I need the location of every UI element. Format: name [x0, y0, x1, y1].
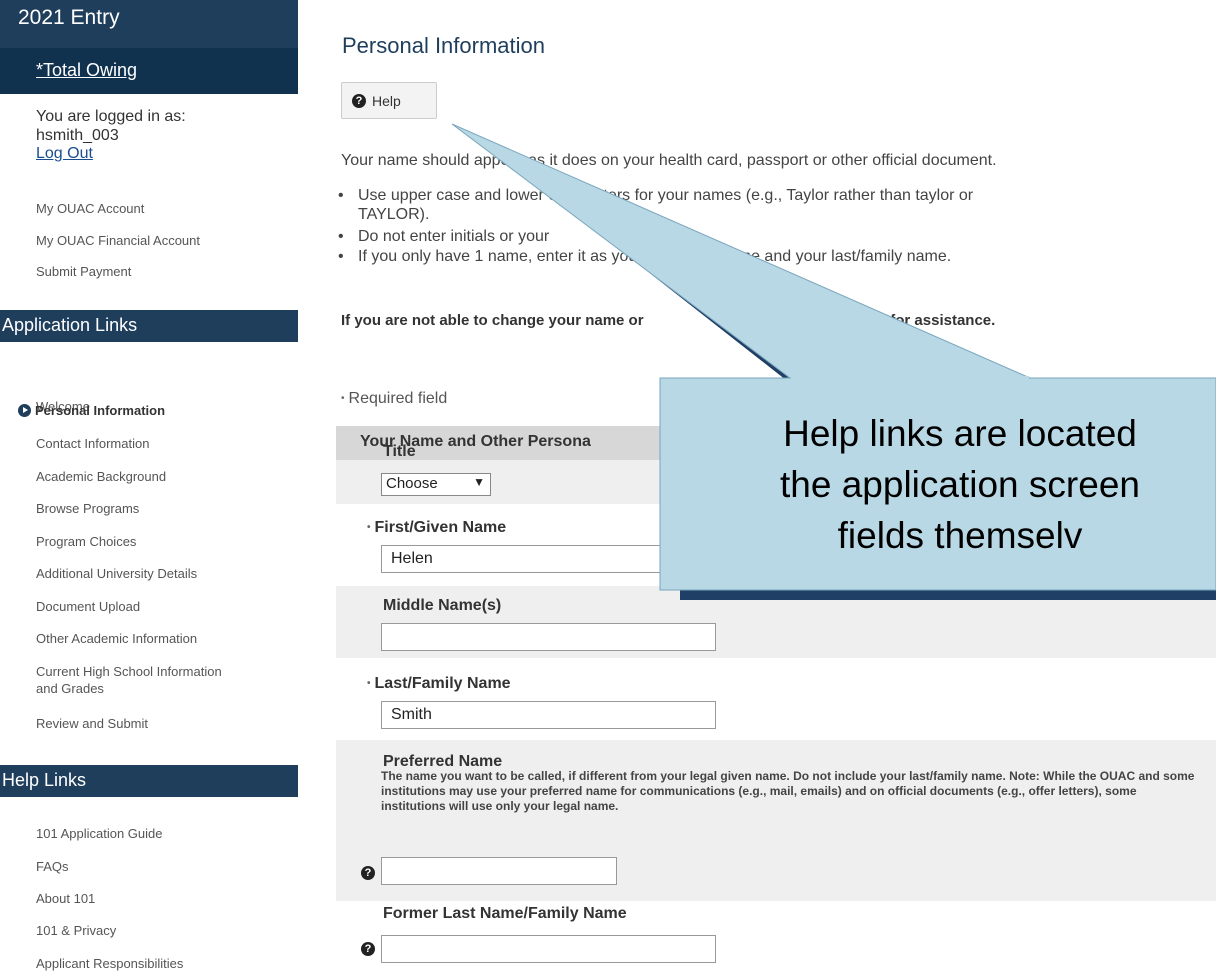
callout-text: Help links are located the application s…: [660, 408, 1216, 561]
required-marker: •: [367, 522, 371, 533]
nav-additional-university-details[interactable]: Additional University Details: [36, 566, 197, 581]
entry-title: 2021 Entry: [18, 6, 120, 29]
username: hsmith_003: [36, 127, 119, 144]
application-links-title: Application Links: [2, 315, 138, 335]
nav-current-high-school-line2[interactable]: and Grades: [36, 681, 104, 696]
required-marker: •: [341, 393, 345, 404]
help-faqs[interactable]: FAQs: [36, 859, 69, 874]
question-circle-icon: ?: [352, 94, 366, 108]
my-ouac-account-link[interactable]: My OUAC Account: [36, 201, 144, 216]
page-title: Personal Information: [342, 33, 545, 58]
help-about-101[interactable]: About 101: [36, 891, 95, 906]
total-owing-link[interactable]: *Total Owing: [0, 48, 298, 94]
total-owing-label[interactable]: *Total Owing: [36, 60, 137, 81]
required-field-label: Required field: [348, 390, 448, 407]
last-name-label-text: Last/Family Name: [374, 675, 511, 692]
title-select[interactable]: Choose ▼: [381, 473, 491, 496]
first-name-label: • First/Given Name: [367, 519, 506, 537]
bullet-case: Use upper case and lower case letters fo…: [338, 187, 973, 205]
middle-name-input[interactable]: [381, 623, 716, 651]
preferred-name-note: The name you want to be called, if diffe…: [381, 769, 1195, 813]
callout-line-3: fields themselv: [837, 515, 1083, 556]
former-name-input[interactable]: [381, 935, 716, 963]
preferred-name-help-icon[interactable]: ?: [361, 866, 375, 880]
required-field-note: • Required field: [341, 390, 447, 408]
former-name-help-icon[interactable]: ?: [361, 942, 375, 956]
sidebar: 2021 Entry *Total Owing You are logged i…: [0, 0, 298, 975]
nav-personal-information-label[interactable]: Personal Information: [35, 403, 165, 418]
current-page-arrow-icon: [18, 404, 31, 417]
financial-account-link[interactable]: My OUAC Financial Account: [36, 233, 200, 248]
bullet-case-cont: TAYLOR).: [358, 206, 430, 223]
former-name-label: Former Last Name/Family Name: [383, 905, 627, 922]
preferred-name-input[interactable]: [381, 857, 617, 885]
help-applicant-responsibilities[interactable]: Applicant Responsibilities: [36, 956, 183, 971]
nav-review-and-submit[interactable]: Review and Submit: [36, 716, 148, 731]
name-instructions: Your name should appear as it does on yo…: [341, 152, 997, 169]
nav-personal-information[interactable]: Personal Information: [18, 403, 165, 418]
nav-academic-background[interactable]: Academic Background: [36, 469, 166, 484]
title-label: Title: [383, 443, 416, 460]
callout-line-1: Help links are located: [783, 413, 1137, 454]
help-application-guide[interactable]: 101 Application Guide: [36, 826, 162, 841]
name-change-warning: If you are not able to change your name …: [341, 312, 995, 329]
warning-suffix: for assistance.: [890, 312, 996, 329]
last-name-label: • Last/Family Name: [367, 675, 511, 693]
help-links-header: Help Links: [0, 765, 298, 797]
title-select-value[interactable]: Choose: [386, 475, 438, 492]
nav-other-academic-information[interactable]: Other Academic Information: [36, 631, 197, 646]
callout-line-2: the application screen: [780, 464, 1140, 505]
help-button[interactable]: ? Help: [341, 82, 437, 119]
nav-contact-information[interactable]: Contact Information: [36, 436, 149, 451]
chevron-down-icon: ▼: [473, 475, 485, 489]
bullet-one-name: If you only have 1 name, enter it as you…: [338, 248, 951, 266]
bullet-initials: Do not enter initials or your: [338, 228, 549, 246]
logout-link[interactable]: Log Out: [36, 145, 93, 163]
help-privacy[interactable]: 101 & Privacy: [36, 923, 116, 938]
help-button-label[interactable]: Help: [372, 93, 401, 109]
nav-document-upload[interactable]: Document Upload: [36, 599, 140, 614]
first-name-label-text: First/Given Name: [374, 519, 507, 536]
nav-browse-programs[interactable]: Browse Programs: [36, 501, 139, 516]
nav-current-high-school[interactable]: Current High School Information: [36, 664, 222, 679]
nav-program-choices[interactable]: Program Choices: [36, 534, 136, 549]
logged-in-label: You are logged in as:: [36, 108, 186, 125]
application-links-header: Application Links: [0, 310, 298, 342]
contact-ouac-link[interactable]: ct the OUAC: [798, 312, 886, 329]
required-marker: •: [367, 678, 371, 689]
middle-name-label: Middle Name(s): [383, 597, 502, 614]
help-links-title: Help Links: [2, 770, 87, 790]
last-name-input[interactable]: Smith: [381, 701, 716, 729]
warning-prefix: If you are not able to change your name …: [341, 312, 644, 329]
submit-payment-link[interactable]: Submit Payment: [36, 264, 131, 279]
